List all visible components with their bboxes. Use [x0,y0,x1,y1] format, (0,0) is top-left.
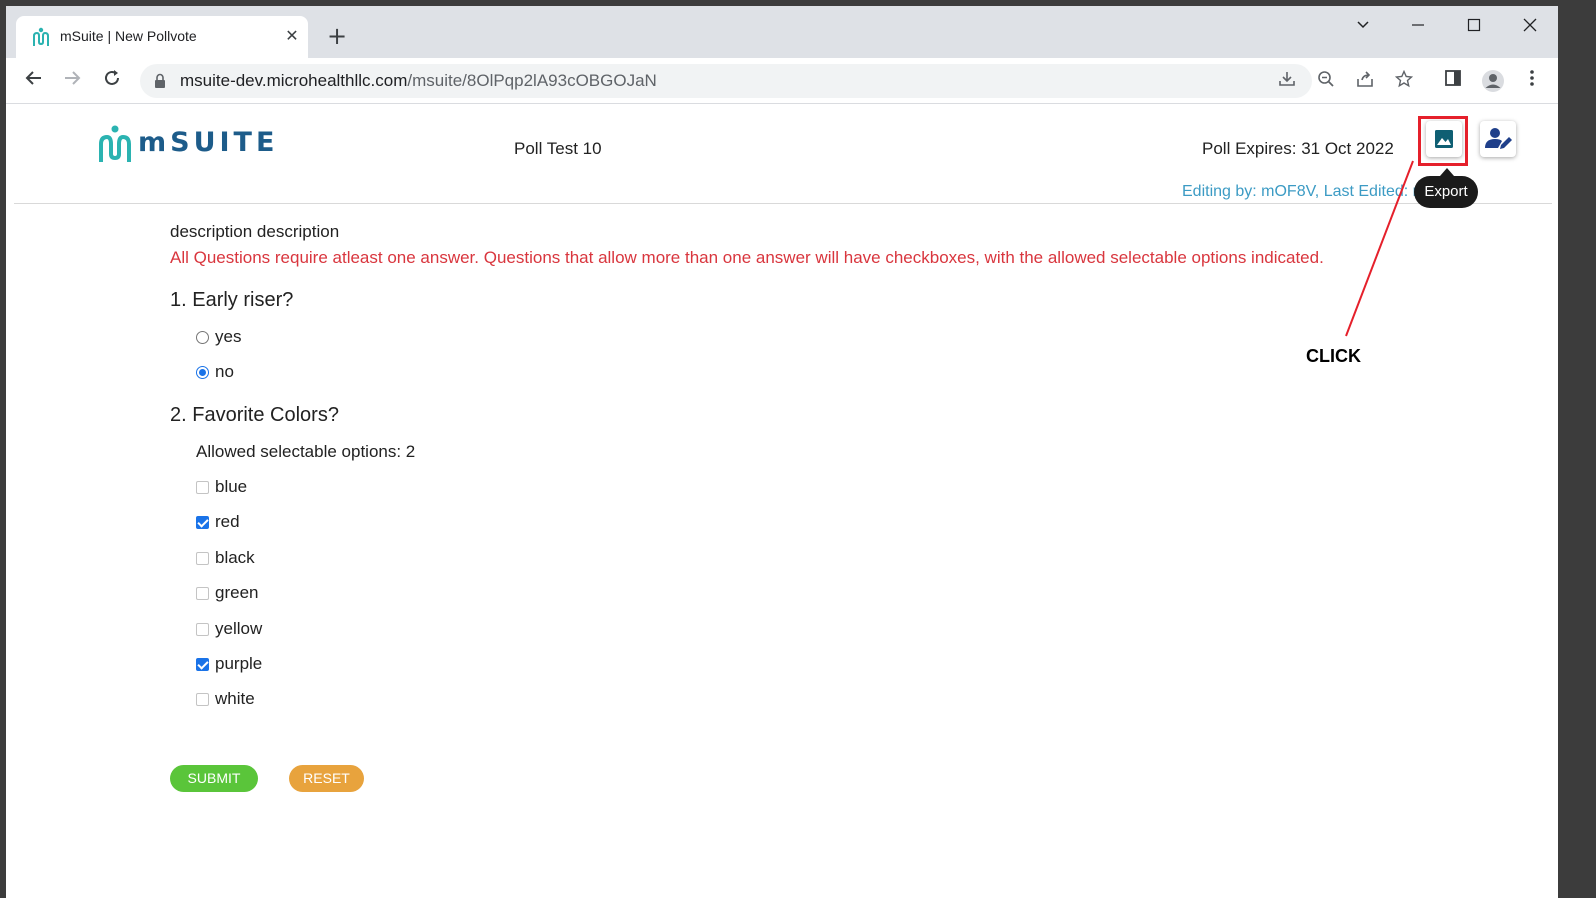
radio-button[interactable] [196,330,209,344]
poll-description: description description [170,222,340,241]
option-label: purple [215,654,263,673]
option-label: black [215,548,255,567]
checkbox[interactable] [196,692,209,706]
reload-icon[interactable] [98,67,126,95]
click-annotation: CLICK [1306,346,1361,366]
logo-text: mSUITE [138,127,279,158]
export-highlight-box [1418,116,1468,166]
forward-icon[interactable] [58,67,86,95]
msuite-logo[interactable]: mSUITE [98,124,274,164]
address-bar[interactable]: msuite-dev.microhealthllc.com/msuite/8Ol… [140,64,1414,98]
option-label: green [215,583,259,602]
checkbox[interactable] [196,515,209,529]
checkbox-option-green[interactable]: green [196,582,258,604]
checkbox[interactable] [196,586,209,600]
option-label: no [215,362,234,381]
checkbox-option-red[interactable]: red [196,511,240,533]
bookmark-star-icon[interactable] [1393,69,1415,92]
poll-title: Poll Test 10 [514,139,602,158]
side-panel-icon[interactable] [1440,69,1466,95]
edit-user-button[interactable] [1480,121,1516,157]
checkbox-option-purple[interactable]: purple [196,653,262,675]
radio-option-yes[interactable]: yes [196,326,241,348]
tab-search-icon[interactable] [1350,14,1376,40]
option-label: white [215,689,255,708]
tab-close-icon[interactable]: ✕ [282,26,302,45]
profile-avatar-icon[interactable] [1480,69,1506,95]
back-icon[interactable] [20,67,48,95]
checkbox[interactable] [196,622,209,636]
install-app-icon[interactable] [1276,70,1298,92]
page-content: mSUITE Poll Test 10 Poll Expires: 31 Oct… [6,104,1558,898]
checkbox[interactable] [196,657,209,671]
user-edit-icon [1485,128,1512,149]
minimize-icon[interactable] [1405,14,1431,40]
new-tab-button[interactable]: + [324,24,350,48]
browser-window: mSuite | New Pollvote ✕ + msuite-dev.mic… [6,6,1558,898]
option-label: yellow [215,619,263,638]
checkbox-option-yellow[interactable]: yellow [196,618,262,640]
checkbox[interactable] [196,551,209,565]
reset-button[interactable]: RESET [289,765,364,792]
msuite-favicon-icon [33,27,49,46]
checkbox-option-white[interactable]: white [196,688,255,710]
zoom-icon[interactable] [1315,70,1337,92]
export-tooltip: Export [1414,176,1478,208]
browser-tab[interactable]: mSuite | New Pollvote ✕ [16,16,308,58]
poll-header: mSUITE Poll Test 10 Poll Expires: 31 Oct… [14,104,1552,208]
checkbox-option-blue[interactable]: blue [196,476,247,498]
menu-kebab-icon[interactable] [1519,69,1545,95]
share-icon[interactable] [1354,70,1376,92]
tooltip-arrow [1440,168,1454,176]
checkbox-option-black[interactable]: black [196,547,255,569]
url-text[interactable]: msuite-dev.microhealthllc.com/msuite/8Ol… [180,71,657,91]
close-window-icon[interactable] [1517,14,1543,40]
option-label: blue [215,477,248,496]
question-2-label: 2. Favorite Colors? [170,404,339,426]
poll-notice: All Questions require atleast one answer… [170,248,1324,267]
lock-icon[interactable] [154,73,166,89]
option-label: yes [215,327,242,346]
radio-option-no[interactable]: no [196,361,234,383]
option-label: red [215,512,240,531]
question-1-label: 1. Early riser? [170,289,294,311]
maximize-icon[interactable] [1461,14,1487,40]
tab-title: mSuite | New Pollvote [60,28,197,44]
browser-toolbar: msuite-dev.microhealthllc.com/msuite/8Ol… [6,58,1558,104]
msuite-logo-icon [99,125,131,162]
poll-expiry: Poll Expires: 31 Oct 2022 [1202,139,1394,158]
tab-strip: mSuite | New Pollvote ✕ + [6,6,1558,58]
submit-button[interactable]: SUBMIT [170,765,258,792]
checkbox[interactable] [196,480,209,494]
radio-button[interactable] [196,365,209,379]
allowed-options-note: Allowed selectable options: 2 [196,442,416,461]
